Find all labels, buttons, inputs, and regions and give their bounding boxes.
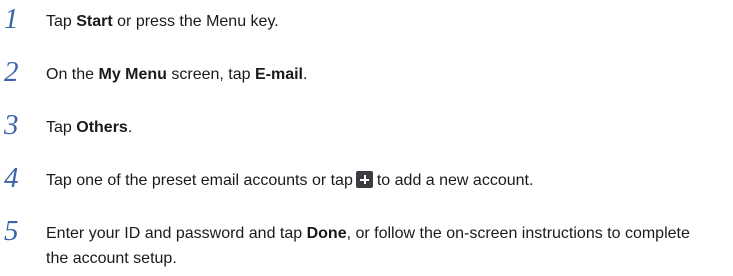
step-number: 3 xyxy=(4,109,19,141)
step-text-part: Enter your ID and password and tap xyxy=(46,225,307,242)
step-text-part: to add a new account. xyxy=(376,172,534,189)
ui-term: Done xyxy=(306,225,347,242)
step-number: 2 xyxy=(4,56,19,88)
step-number: 4 xyxy=(4,162,19,194)
step-text: Enter your ID and password and tap Done,… xyxy=(46,221,706,271)
step-text-part: On the xyxy=(46,66,99,83)
step-text-part: screen, tap xyxy=(166,66,255,83)
step-text: Tap Others. xyxy=(46,115,706,140)
step-text: Tap Start or press the Menu key. xyxy=(46,9,706,34)
step-text-part: Tap xyxy=(46,13,77,30)
ui-term: E-mail xyxy=(254,66,303,83)
ui-term: Others xyxy=(76,119,128,136)
add-icon xyxy=(355,171,373,188)
step-number: 5 xyxy=(4,215,19,247)
ui-term: My Menu xyxy=(98,66,167,83)
step-text-part: Tap one of the preset email accounts or … xyxy=(46,172,353,189)
step-text-part: Tap xyxy=(46,119,77,136)
step-text-part: or press the Menu key. xyxy=(112,13,279,30)
instruction-steps: 1 Tap Start or press the Menu key. 2 On … xyxy=(0,0,733,276)
step-text-part: . xyxy=(127,119,133,136)
step-number: 1 xyxy=(4,3,19,35)
step-text-part: . xyxy=(303,66,308,83)
step-text: Tap one of the preset email accounts or … xyxy=(46,168,706,193)
ui-term: Start xyxy=(76,13,113,30)
step-text: On the My Menu screen, tap E-mail. xyxy=(46,62,706,87)
